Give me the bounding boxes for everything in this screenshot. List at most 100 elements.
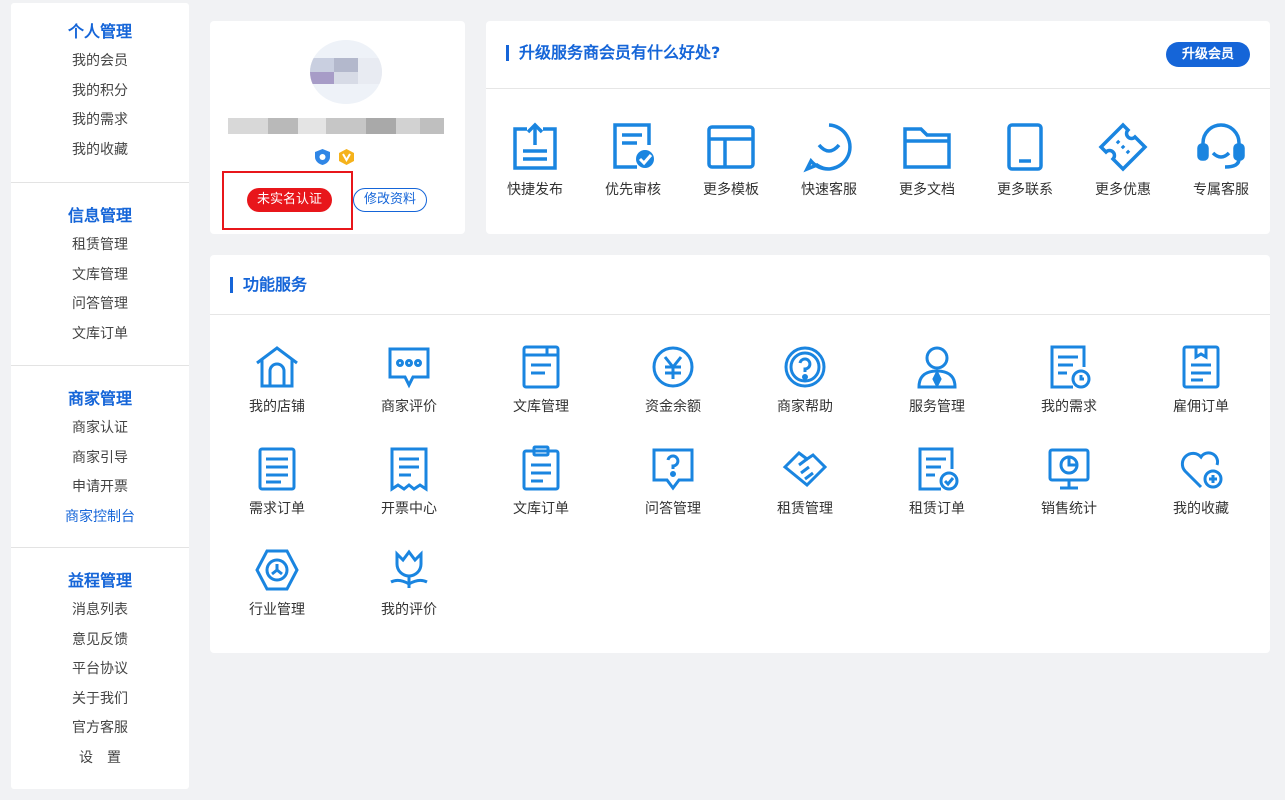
lease-order-icon <box>918 447 959 491</box>
func-qa-management[interactable]: 问答管理 <box>623 445 723 518</box>
coupon-icon <box>1098 122 1148 172</box>
edit-profile-button[interactable]: 修改资料 <box>353 188 427 212</box>
yuan-icon <box>652 346 694 388</box>
func-label: 销售统计 <box>1041 501 1097 517</box>
func-label: 商家评价 <box>381 399 437 415</box>
func-label: 需求订单 <box>249 501 305 517</box>
func-my-demands[interactable]: 我的需求 <box>1019 343 1119 416</box>
verified-shield-icon <box>315 149 330 165</box>
qa-icon <box>652 448 694 491</box>
perk-quick-support[interactable]: 快速客服 <box>784 121 874 199</box>
chat-icon <box>803 123 852 173</box>
sidebar-item-my-favorites[interactable]: 我的收藏 <box>11 136 189 166</box>
phone-icon <box>1007 123 1043 171</box>
template-icon <box>707 125 755 169</box>
perk-more-templates[interactable]: 更多模板 <box>686 121 776 199</box>
func-label: 服务管理 <box>909 399 965 415</box>
upgrade-membership-button[interactable]: 升级会员 <box>1166 42 1250 67</box>
employ-order-icon <box>1182 345 1220 389</box>
perk-more-docs[interactable]: 更多文档 <box>882 121 972 199</box>
priority-review-icon <box>613 123 654 169</box>
func-my-favorites[interactable]: 我的收藏 <box>1151 445 1251 518</box>
folder-icon <box>903 127 951 169</box>
func-label: 问答管理 <box>645 501 701 517</box>
sidebar-section-title: 商家管理 <box>67 389 132 408</box>
comment-icon <box>388 347 430 389</box>
func-merchant-help[interactable]: 商家帮助 <box>755 343 855 416</box>
sidebar-item-merchant-console[interactable]: 商家控制台 <box>11 503 189 533</box>
func-industry-management[interactable]: 行业管理 <box>227 546 327 619</box>
upgrade-header: 升级服务商会员有什么好处? 升级会员 <box>486 21 1270 89</box>
perk-label: 更多文档 <box>899 182 955 198</box>
func-employ-orders[interactable]: 雇佣订单 <box>1151 343 1251 416</box>
func-my-reviews[interactable]: 我的评价 <box>359 546 459 619</box>
profile-card: 未实名认证 修改资料 <box>210 21 465 234</box>
sidebar-item-official-support[interactable]: 官方客服 <box>11 714 189 744</box>
func-service-management[interactable]: 服务管理 <box>887 343 987 416</box>
username-blurred <box>228 118 444 134</box>
sidebar-item-settings[interactable]: 设 置 <box>11 744 189 774</box>
store-icon <box>256 346 298 388</box>
func-label: 开票中心 <box>381 501 437 517</box>
func-sales-stats[interactable]: 销售统计 <box>1019 445 1119 518</box>
sidebar-item-merchant-certification[interactable]: 商家认证 <box>11 414 189 444</box>
func-library-management[interactable]: 文库管理 <box>491 343 591 416</box>
help-icon <box>784 346 826 388</box>
sidebar-item-my-membership[interactable]: 我的会员 <box>11 47 189 77</box>
sidebar-item-qa-management[interactable]: 问答管理 <box>11 290 189 320</box>
func-label: 我的收藏 <box>1173 501 1229 517</box>
sidebar-item-my-points[interactable]: 我的积分 <box>11 77 189 107</box>
perk-label: 更多模板 <box>703 182 759 198</box>
perk-label: 优先审核 <box>605 182 661 198</box>
handshake-icon <box>782 451 828 488</box>
perk-exclusive-support[interactable]: 专属客服 <box>1176 121 1266 199</box>
sales-stats-icon <box>1048 448 1090 490</box>
func-library-orders[interactable]: 文库订单 <box>491 445 591 518</box>
sidebar-item-merchant-guide[interactable]: 商家引导 <box>11 444 189 474</box>
perk-label: 快速客服 <box>801 182 857 198</box>
func-lease-management[interactable]: 租赁管理 <box>755 445 855 518</box>
func-merchant-reviews[interactable]: 商家评价 <box>359 343 459 416</box>
func-label: 我的需求 <box>1041 399 1097 415</box>
sidebar-item-agreement[interactable]: 平台协议 <box>11 655 189 685</box>
sidebar-item-feedback[interactable]: 意见反馈 <box>11 626 189 656</box>
sidebar-item-messages[interactable]: 消息列表 <box>11 596 189 626</box>
service-person-icon <box>917 346 957 389</box>
headset-icon <box>1197 123 1245 169</box>
sidebar-item-apply-invoice[interactable]: 申请开票 <box>11 473 189 503</box>
func-lease-orders[interactable]: 租赁订单 <box>887 445 987 518</box>
sidebar-section-title: 益程管理 <box>67 571 132 590</box>
sidebar-section-yicheng: 益程管理 消息列表 意见反馈 平台协议 关于我们 官方客服 设 置 <box>11 548 189 774</box>
industry-icon <box>255 549 299 591</box>
library-order-icon <box>522 445 560 491</box>
real-name-auth-button[interactable]: 未实名认证 <box>247 188 332 212</box>
perk-more-discounts[interactable]: 更多优惠 <box>1078 121 1168 199</box>
sidebar-item-my-demands[interactable]: 我的需求 <box>11 106 189 136</box>
func-fund-balance[interactable]: 资金余额 <box>623 343 723 416</box>
perk-more-contacts[interactable]: 更多联系 <box>980 121 1070 199</box>
func-my-store[interactable]: 我的店铺 <box>227 343 327 416</box>
func-demand-orders[interactable]: 需求订单 <box>227 445 327 518</box>
perk-label: 更多优惠 <box>1095 182 1151 198</box>
function-services-card: 功能服务 我的店铺 商家评价 文库管理 资金余额 商家帮助 服务管理 我的需求 … <box>210 255 1270 653</box>
quick-publish-icon <box>513 122 557 170</box>
flower-icon <box>390 549 428 588</box>
perk-priority-review[interactable]: 优先审核 <box>588 121 678 199</box>
func-invoice-center[interactable]: 开票中心 <box>359 445 459 518</box>
services-header: 功能服务 <box>210 255 1270 315</box>
avatar[interactable] <box>310 40 382 104</box>
func-label: 我的店铺 <box>249 399 305 415</box>
sidebar-item-lease-management[interactable]: 租赁管理 <box>11 231 189 261</box>
func-label: 文库管理 <box>513 399 569 415</box>
func-label: 行业管理 <box>249 602 305 618</box>
perk-quick-publish[interactable]: 快捷发布 <box>490 121 580 199</box>
badges <box>315 149 355 167</box>
func-label: 商家帮助 <box>777 399 833 415</box>
sidebar: 个人管理 我的会员 我的积分 我的需求 我的收藏 信息管理 租赁管理 文库管理 … <box>11 3 189 789</box>
demand-order-icon <box>258 447 296 491</box>
sidebar-item-about-us[interactable]: 关于我们 <box>11 685 189 715</box>
sidebar-section-title: 个人管理 <box>67 22 132 41</box>
sidebar-item-library-management[interactable]: 文库管理 <box>11 261 189 291</box>
sidebar-section-info: 信息管理 租赁管理 文库管理 问答管理 文库订单 <box>11 183 189 366</box>
sidebar-item-library-orders[interactable]: 文库订单 <box>11 320 189 350</box>
